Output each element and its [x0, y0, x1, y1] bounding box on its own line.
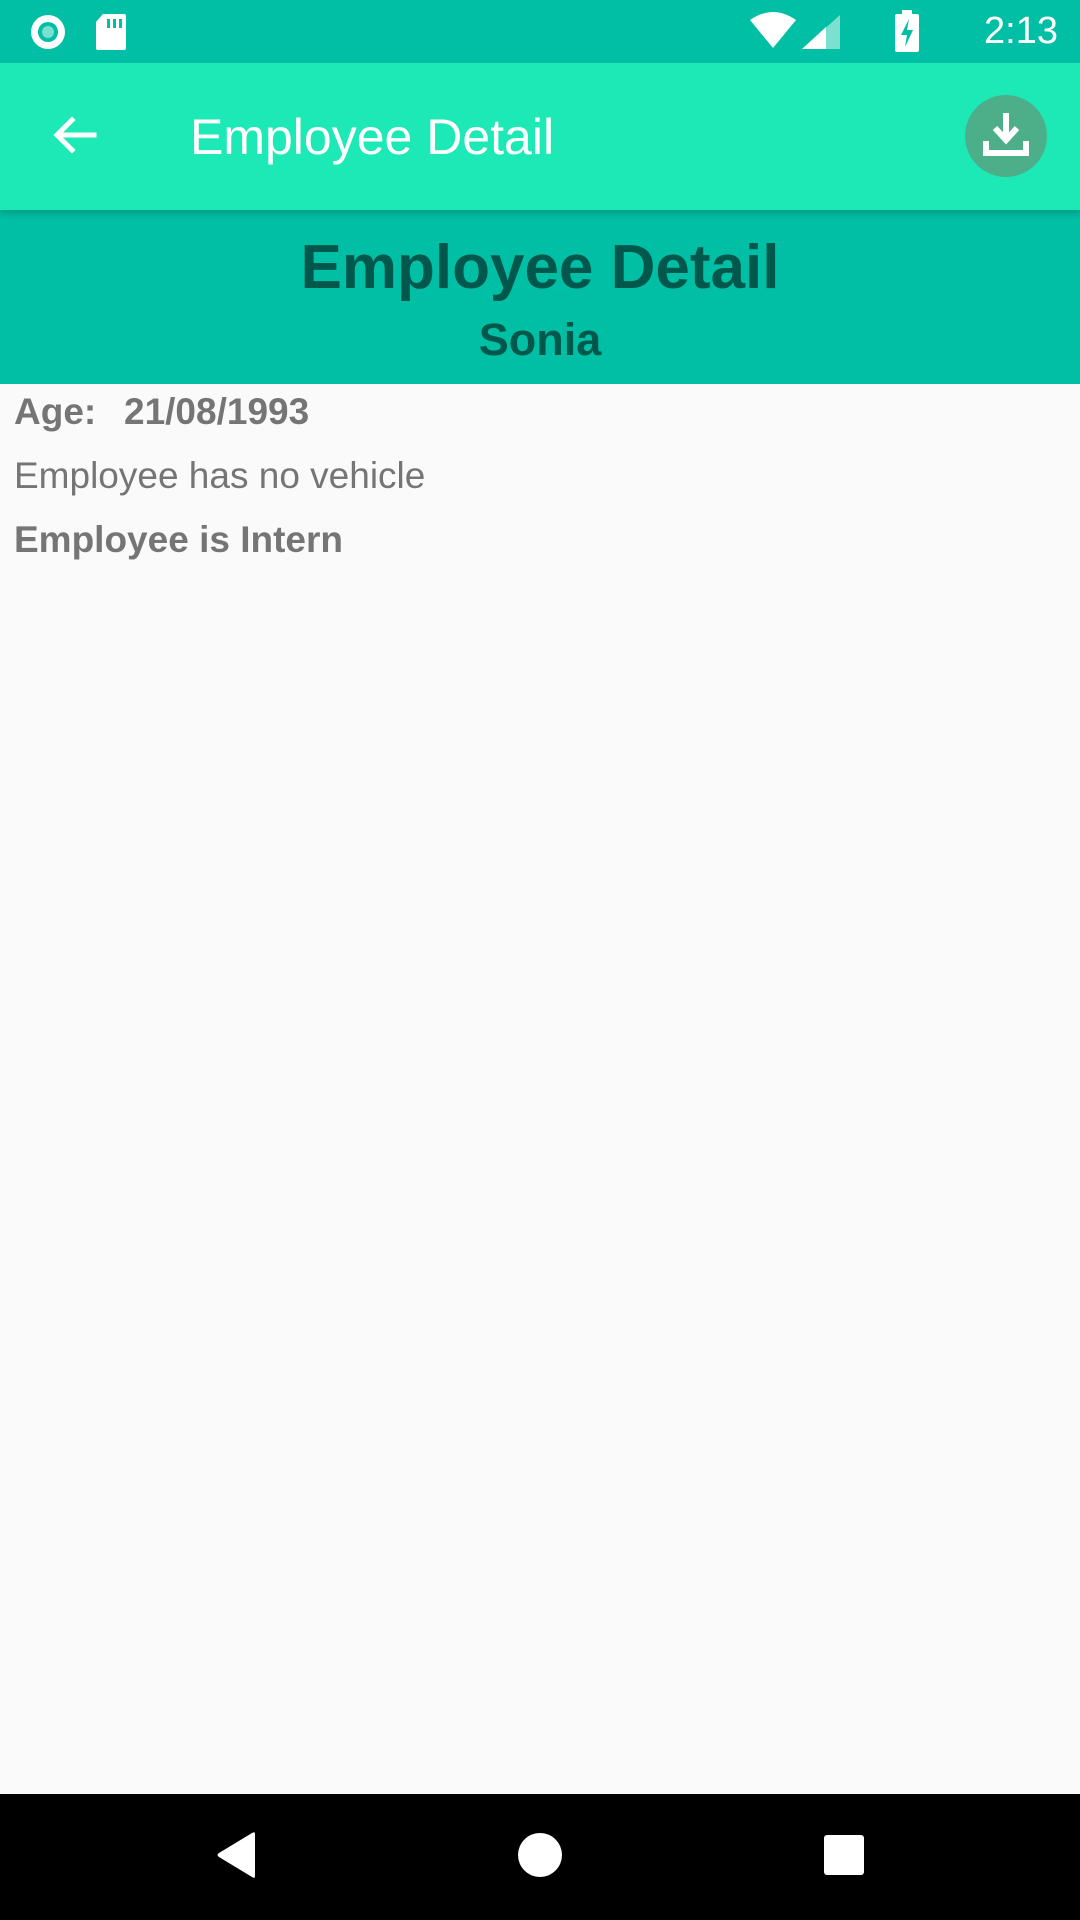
age-row: Age: 21/08/1993: [14, 390, 309, 434]
nav-recents-button[interactable]: [811, 1824, 877, 1890]
battery-charging-icon: [894, 10, 920, 57]
sd-card-icon: [94, 12, 128, 57]
status-bar: 2:13: [0, 0, 1080, 63]
employee-header: Employee Detail Sonia: [0, 210, 1080, 384]
arrow-back-icon: [50, 111, 98, 164]
app-bar: Employee Detail: [0, 63, 1080, 210]
download-icon: [981, 109, 1031, 164]
record-icon: [28, 12, 68, 57]
app-bar-title: Employee Detail: [190, 109, 555, 165]
home-circle-icon: [516, 1831, 564, 1884]
wifi-icon: [748, 12, 798, 55]
back-triangle-icon: [213, 1830, 259, 1885]
age-value: 21/08/1993: [124, 391, 310, 432]
nav-back-button[interactable]: [203, 1824, 269, 1890]
header-title: Employee Detail: [300, 233, 780, 302]
vehicle-status: Employee has no vehicle: [14, 455, 426, 496]
role-status: Employee is Intern: [14, 519, 343, 560]
age-label: Age:: [14, 391, 97, 432]
status-time: 2:13: [984, 10, 1058, 52]
download-button[interactable]: [965, 95, 1047, 177]
employee-name: Sonia: [478, 314, 602, 365]
back-button[interactable]: [36, 99, 112, 175]
navigation-bar: [0, 1794, 1080, 1920]
nav-home-button[interactable]: [507, 1824, 573, 1890]
recents-square-icon: [823, 1834, 865, 1881]
signal-icon: [800, 13, 842, 56]
